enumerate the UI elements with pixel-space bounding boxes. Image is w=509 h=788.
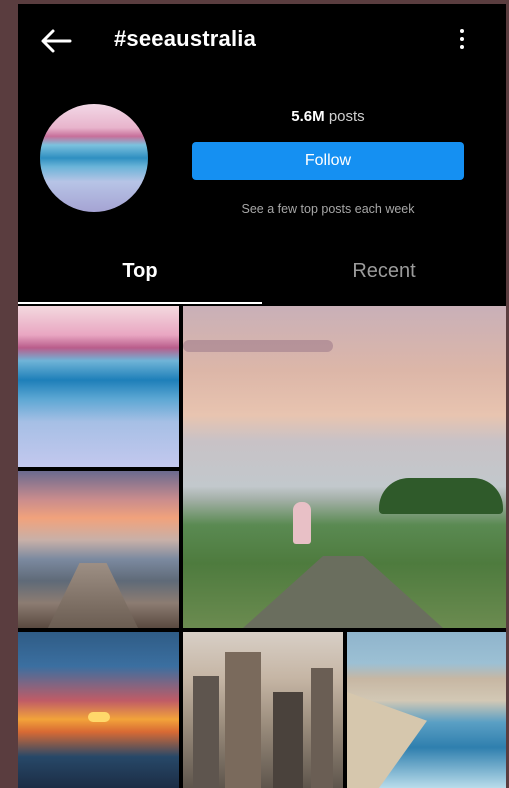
post-thumbnail-ocean-waves[interactable] bbox=[18, 306, 179, 467]
back-button[interactable] bbox=[38, 26, 74, 56]
posts-count: 5.6M posts bbox=[190, 108, 466, 125]
back-arrow-icon bbox=[41, 29, 72, 53]
path-shape bbox=[243, 556, 443, 628]
building-shape bbox=[193, 676, 219, 788]
post-thumbnail-city-skyline[interactable] bbox=[183, 632, 343, 788]
building-shape bbox=[311, 668, 333, 788]
building-shape bbox=[225, 652, 261, 788]
tab-top[interactable]: Top bbox=[18, 260, 262, 304]
shore-shape bbox=[347, 692, 427, 788]
person-shape bbox=[293, 502, 311, 544]
post-thumbnail-sunset-sky[interactable] bbox=[18, 632, 179, 788]
posts-grid bbox=[18, 306, 506, 788]
posts-label: posts bbox=[328, 108, 365, 125]
more-options-button[interactable] bbox=[454, 26, 470, 56]
post-thumbnail-beach-aerial[interactable] bbox=[347, 632, 506, 788]
hashtag-title: #seeaustralia bbox=[114, 26, 257, 51]
pier-shape bbox=[48, 563, 138, 628]
posts-count-value: 5.6M bbox=[291, 108, 325, 125]
top-bar: #seeaustralia bbox=[18, 4, 506, 78]
trees-shape bbox=[379, 478, 503, 514]
post-thumbnail-pier-sunset[interactable] bbox=[18, 471, 179, 628]
instagram-hashtag-screen: #seeaustralia 5.6M posts Follow See a fe… bbox=[18, 4, 506, 788]
tab-recent[interactable]: Recent bbox=[262, 260, 506, 304]
follow-subtitle: See a few top posts each week bbox=[241, 202, 415, 216]
more-vertical-icon bbox=[454, 29, 470, 49]
sun-shape bbox=[88, 712, 110, 722]
post-thumbnail-coastal-path[interactable] bbox=[183, 306, 506, 628]
cloud-shape bbox=[183, 340, 333, 352]
building-shape bbox=[273, 692, 303, 788]
hashtag-avatar[interactable] bbox=[40, 104, 148, 212]
follow-button[interactable]: Follow bbox=[192, 142, 464, 180]
